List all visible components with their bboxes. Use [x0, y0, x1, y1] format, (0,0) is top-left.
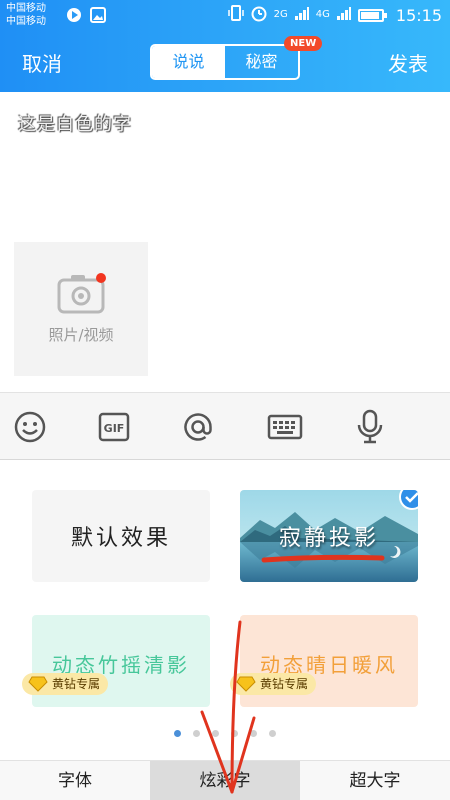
- image-icon: [90, 7, 106, 23]
- bottom-tabs: 字体 炫彩字 超大字: [0, 760, 450, 800]
- compose-text[interactable]: 这是白色的字: [18, 110, 132, 136]
- keyboard-icon[interactable]: [266, 409, 304, 445]
- tab-font[interactable]: 字体: [0, 761, 150, 800]
- battery-icon: [357, 8, 387, 22]
- page-dot[interactable]: [231, 730, 238, 737]
- effect-default-label: 默认效果: [70, 526, 171, 551]
- vip-label-2: 黄钻专属: [260, 677, 309, 691]
- vip-badge: 黄钻专属: [22, 673, 109, 695]
- carrier-info: 中国移动 中国移动: [6, 2, 46, 28]
- cancel-button[interactable]: 取消: [22, 48, 62, 77]
- status-right: 2G 4G 15:15: [227, 4, 442, 26]
- diamond-icon: [28, 676, 48, 699]
- add-photo-button[interactable]: 照片/视频: [14, 242, 148, 376]
- effect-sunny[interactable]: 动态晴日暖风 黄钻专属: [230, 615, 418, 707]
- status-bar: 中国移动 中国移动 2G 4G 15:15: [0, 0, 450, 32]
- tab-colorful[interactable]: 炫彩字: [150, 761, 300, 800]
- compose-area[interactable]: 这是白色的字 照片/视频: [0, 92, 450, 392]
- emoji-icon[interactable]: [12, 409, 48, 445]
- new-badge: NEW: [284, 36, 323, 51]
- vibrate-icon: [227, 4, 244, 26]
- page-dot[interactable]: [250, 730, 257, 737]
- gif-icon[interactable]: GIF: [96, 409, 132, 445]
- post-type-switch: 说说 秘密: [150, 44, 300, 80]
- page-dot[interactable]: [174, 730, 181, 737]
- tab-big-text[interactable]: 超大字: [300, 761, 450, 800]
- svg-text:GIF: GIF: [104, 422, 125, 435]
- clock: 15:15: [395, 5, 442, 25]
- play-icon: [66, 7, 82, 23]
- effect-bamboo[interactable]: 动态竹摇清影 黄钻专属: [22, 615, 210, 707]
- text-effects-panel: 默认效果 寂静投影 动态竹摇清影 黄钻专属 动态晴日暖风 黄钻专属: [0, 460, 450, 760]
- page-dot[interactable]: [212, 730, 219, 737]
- effect-silent-shadow[interactable]: 寂静投影: [240, 490, 418, 582]
- at-icon[interactable]: [180, 409, 216, 445]
- vip-label: 黄钻专属: [52, 677, 101, 691]
- tab-post[interactable]: 说说: [152, 46, 225, 78]
- alarm-icon: [250, 4, 268, 26]
- network-2g: 2G: [273, 9, 288, 20]
- signal-icon: [294, 5, 310, 25]
- effect-silent-label: 寂静投影: [278, 526, 379, 551]
- carrier-1: 中国移动: [6, 3, 46, 14]
- input-toolbar: GIF: [0, 392, 450, 460]
- effect-default[interactable]: 默认效果: [32, 490, 210, 582]
- page-dot[interactable]: [269, 730, 276, 737]
- vip-badge-2: 黄钻专属: [230, 673, 317, 695]
- microphone-icon[interactable]: [352, 409, 388, 445]
- photo-label: 照片/视频: [48, 326, 114, 344]
- network-4g: 4G: [315, 9, 330, 20]
- diamond-icon-2: [236, 676, 256, 699]
- selected-check-icon: [399, 490, 418, 514]
- top-bar: 中国移动 中国移动 2G 4G 15:15 取消 说说 秘密 NEW 发表: [0, 0, 450, 92]
- header: 取消 说说 秘密 NEW 发表: [0, 36, 450, 88]
- publish-button[interactable]: 发表: [388, 48, 428, 77]
- carrier-2: 中国移动: [6, 16, 46, 27]
- page-dot[interactable]: [193, 730, 200, 737]
- camera-icon: [57, 272, 107, 320]
- signal-icon-2: [336, 5, 352, 25]
- page-indicator: [0, 730, 450, 737]
- tab-secret[interactable]: 秘密: [225, 46, 298, 78]
